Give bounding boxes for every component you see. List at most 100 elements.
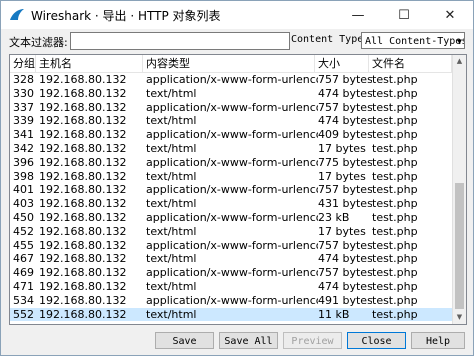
cell-size: 474 bytes [318,252,372,266]
table-row[interactable]: 534 192.168.80.132 application/x-www-form-… [10,294,452,308]
cell-packet: 552 [13,307,34,321]
table-row[interactable]: 341 192.168.80.132 application/x-www-form-… [10,128,452,142]
window-title: Wireshark · 导出 · HTTP 对象列表 [31,9,221,23]
content-type-select[interactable]: All Content-Types ▼ [361,32,465,49]
preview-button[interactable]: Preview [283,332,342,349]
cell-hostname: 192.168.80.132 [39,266,127,280]
table-row[interactable]: 337 192.168.80.132 application/x-www-form-… [10,101,452,115]
cell-content-type: application/x-www-form-urlencoded [146,100,318,114]
save-all-button[interactable]: Save All [219,332,278,349]
column-header-filename[interactable]: 文件名 [369,55,452,72]
cell-packet: 330 [13,86,34,100]
table-row[interactable]: 342 192.168.80.132 text/html 17 bytes test.p… [10,142,452,156]
cell-filename: test.php [372,252,418,266]
table-body: 328 192.168.80.132 application/x-www-form-… [10,73,452,322]
cell-packet: 534 [13,293,34,307]
table-row[interactable]: 452 192.168.80.132 text/html 17 bytes test.p… [10,225,452,239]
cell-size: 23 kB [318,210,350,224]
minimize-button[interactable]: — [335,1,381,29]
save-button[interactable]: Save [155,332,214,349]
cell-hostname: 192.168.80.132 [39,224,127,238]
cell-size: 474 bytes [318,279,372,293]
close-window-button[interactable]: ✕ [427,1,473,29]
cell-size: 474 bytes [318,86,372,100]
table-row[interactable]: 398 192.168.80.132 text/html 17 bytes test.p… [10,170,452,184]
cell-content-type: application/x-www-form-urlencoded [146,73,318,86]
cell-content-type: text/html [146,307,197,321]
cell-hostname: 192.168.80.132 [39,279,127,293]
cell-hostname: 192.168.80.132 [39,86,127,100]
wireshark-fin-icon [10,9,24,20]
cell-size: 757 bytes [318,100,372,114]
cell-packet: 337 [13,100,34,114]
cell-filename: test.php [372,183,418,197]
cell-content-type: application/x-www-form-urlencoded [146,210,318,224]
table-row[interactable]: 552 192.168.80.132 text/html 11 kB test.php [10,307,452,322]
scroll-up-icon[interactable]: ▲ [453,55,466,68]
cell-packet: 339 [13,114,34,128]
cell-packet: 455 [13,238,34,252]
table-row[interactable]: 401 192.168.80.132 application/x-www-form-… [10,183,452,197]
cell-size: 757 bytes [318,238,372,252]
cell-packet: 467 [13,252,34,266]
cell-hostname: 192.168.80.132 [39,210,127,224]
help-button[interactable]: Help [411,332,465,349]
cell-content-type: text/html [146,224,197,238]
cell-filename: test.php [372,210,418,224]
table-row[interactable]: 455 192.168.80.132 application/x-www-form-… [10,239,452,253]
cell-hostname: 192.168.80.132 [39,141,127,155]
cell-filename: test.php [372,293,418,307]
text-filter-input[interactable] [70,32,290,50]
cell-packet: 471 [13,279,34,293]
cell-filename: test.php [372,238,418,252]
table-row[interactable]: 467 192.168.80.132 text/html 474 bytes test.… [10,252,452,266]
scrollbar-thumb[interactable] [455,183,464,309]
text-filter-label: 文本过滤器: [9,36,68,49]
cell-hostname: 192.168.80.132 [39,238,127,252]
cell-content-type: text/html [146,197,197,211]
column-header-hostname[interactable]: 主机名 [36,55,143,72]
table-row[interactable]: 403 192.168.80.132 text/html 431 bytes test.… [10,197,452,211]
scroll-down-icon[interactable]: ▼ [453,311,466,324]
cell-hostname: 192.168.80.132 [39,128,127,142]
cell-hostname: 192.168.80.132 [39,169,127,183]
table-row[interactable]: 328 192.168.80.132 application/x-www-form-… [10,73,452,87]
export-http-objects-window: Wireshark · 导出 · HTTP 对象列表 — ☐ ✕ 文本过滤器: … [0,0,474,356]
cell-content-type: application/x-www-form-urlencoded [146,293,318,307]
title-bar[interactable]: Wireshark · 导出 · HTTP 对象列表 — ☐ ✕ [1,1,473,29]
close-button[interactable]: Close [347,332,406,349]
cell-filename: test.php [372,224,418,238]
cell-filename: test.php [372,307,418,321]
cell-packet: 342 [13,141,34,155]
cell-content-type: application/x-www-form-urlencoded [146,155,318,169]
table-row[interactable]: 469 192.168.80.132 application/x-www-form-… [10,266,452,280]
cell-content-type: text/html [146,252,197,266]
cell-packet: 450 [13,210,34,224]
cell-filename: test.php [372,155,418,169]
cell-filename: test.php [372,141,418,155]
cell-hostname: 192.168.80.132 [39,73,127,86]
chevron-down-icon: ▼ [457,37,462,46]
table-row[interactable]: 471 192.168.80.132 text/html 474 bytes test.… [10,280,452,294]
cell-content-type: application/x-www-form-urlencoded [146,183,318,197]
table-row[interactable]: 339 192.168.80.132 text/html 474 bytes test.… [10,114,452,128]
column-header-content-type[interactable]: 内容类型 [143,55,315,72]
cell-packet: 396 [13,155,34,169]
column-header-size[interactable]: 大小 [315,55,369,72]
cell-packet: 341 [13,128,34,142]
cell-packet: 398 [13,169,34,183]
cell-content-type: text/html [146,169,197,183]
table-row[interactable]: 330 192.168.80.132 text/html 474 bytes test.… [10,87,452,101]
vertical-scrollbar[interactable]: ▲ ▼ [452,55,466,324]
cell-hostname: 192.168.80.132 [39,197,127,211]
cell-content-type: text/html [146,114,197,128]
table-row[interactable]: 396 192.168.80.132 application/x-www-form-… [10,156,452,170]
column-header-packet[interactable]: 分组 [10,55,36,72]
cell-hostname: 192.168.80.132 [39,114,127,128]
table-row[interactable]: 450 192.168.80.132 application/x-www-form-… [10,211,452,225]
cell-filename: test.php [372,86,418,100]
cell-packet: 452 [13,224,34,238]
maximize-button[interactable]: ☐ [381,1,427,29]
cell-filename: test.php [372,114,418,128]
content-type-label: Content Type: [291,34,370,45]
